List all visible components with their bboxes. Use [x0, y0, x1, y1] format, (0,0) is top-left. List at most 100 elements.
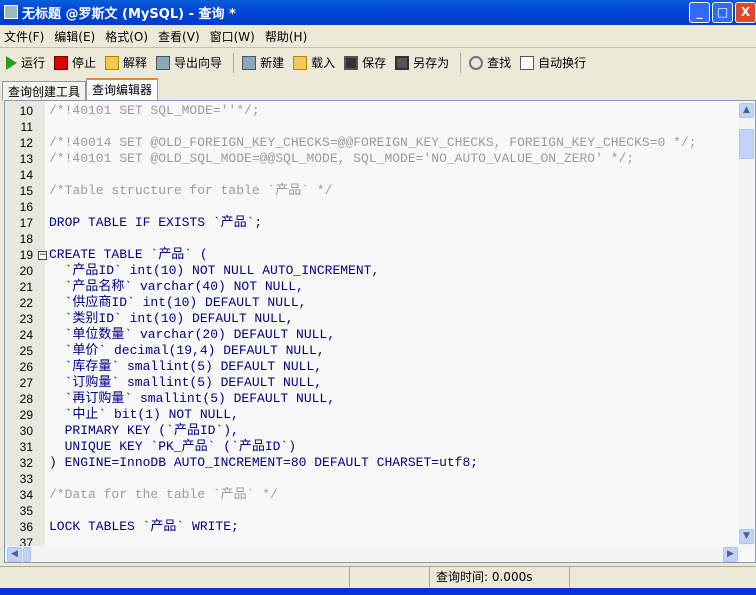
code-line: 26 `库存量` smallint(5) DEFAULT NULL,	[5, 359, 745, 375]
scroll-up-icon[interactable]: ▲	[739, 103, 754, 118]
minimize-button[interactable]: _	[689, 2, 710, 23]
toolbar-label: 另存为	[413, 56, 450, 70]
menu-item[interactable]: 帮助(H)	[265, 28, 307, 45]
vertical-scrollbar[interactable]: ▲ ▼	[739, 101, 755, 546]
line-number: 14	[19, 168, 33, 182]
menu-item[interactable]: 文件(F)	[4, 28, 44, 45]
line-number: 31	[19, 440, 33, 454]
line-text: PRIMARY KEY (`产品ID`),	[49, 423, 239, 438]
toolbar-label: 停止	[72, 56, 97, 70]
code-line: 29 `中止` bit(1) NOT NULL,	[5, 407, 745, 423]
line-number: 23	[19, 312, 33, 326]
toolbar-label: 导出向导	[174, 56, 223, 70]
scroll-down-icon[interactable]: ▼	[739, 529, 754, 544]
line-text: CREATE TABLE `产品` (	[49, 247, 208, 262]
line-number: 19	[19, 248, 33, 262]
toolbar-label: 新建	[260, 56, 285, 70]
toolbar-label: 载入	[311, 56, 336, 70]
line-text: `产品名称` varchar(40) NOT NULL,	[49, 279, 304, 294]
horizontal-scrollbar[interactable]: ◀ ▶	[5, 546, 741, 562]
menu-item[interactable]: 窗口(W)	[210, 28, 255, 45]
code-line: 36 LOCK TABLES `产品` WRITE;	[5, 519, 745, 535]
toolbar-button-9[interactable]: 自动换行	[520, 54, 586, 71]
line-number: 20	[19, 264, 33, 278]
scroll-right-icon[interactable]: ▶	[723, 547, 738, 562]
line-text: `单位数量` varchar(20) DEFAULT NULL,	[49, 327, 336, 342]
line-text: /*!40101 SET SQL_MODE=''*/;	[49, 103, 260, 118]
line-number: 30	[19, 424, 33, 438]
line-number: 10	[19, 104, 33, 118]
line-text: /*!40014 SET @OLD_FOREIGN_KEY_CHECKS=@@F…	[49, 135, 697, 150]
stop-icon	[54, 55, 69, 70]
code-line: 16	[5, 199, 745, 215]
status-bar: 查询时间: 0.000s	[0, 566, 756, 588]
code-line: 33	[5, 471, 745, 487]
toolbar-button-6[interactable]: 保存	[344, 54, 386, 71]
toolbar-button-5[interactable]: 载入	[293, 54, 335, 71]
fold-collapse-icon[interactable]: −	[38, 251, 47, 260]
code-line: 20 `产品ID` int(10) NOT NULL AUTO_INCREMEN…	[5, 263, 745, 279]
tab-1[interactable]: 查询编辑器	[86, 78, 159, 100]
line-text: ) ENGINE=InnoDB AUTO_INCREMENT=80 DEFAUL…	[49, 455, 479, 470]
code-line: 35	[5, 503, 745, 519]
folder-open-icon	[293, 55, 308, 70]
query-time: 查询时间: 0.000s	[430, 567, 570, 587]
line-number: 33	[19, 472, 33, 486]
code-line: 19 CREATE TABLE `产品` (	[5, 247, 745, 263]
menu-item[interactable]: 编辑(E)	[54, 28, 95, 45]
menu-item[interactable]: 查看(V)	[158, 28, 200, 45]
hscroll-thumb[interactable]	[23, 547, 31, 562]
line-number: 24	[19, 328, 33, 342]
explain-icon	[105, 55, 120, 70]
code-line: 30 PRIMARY KEY (`产品ID`),	[5, 423, 745, 439]
code-line: 28 `再订购量` smallint(5) DEFAULT NULL,	[5, 391, 745, 407]
line-text: DROP TABLE IF EXISTS `产品`;	[49, 215, 263, 230]
menu-item[interactable]: 格式(O)	[105, 28, 148, 45]
save-icon	[344, 55, 359, 70]
maximize-button[interactable]: □	[712, 2, 733, 23]
scroll-left-icon[interactable]: ◀	[7, 547, 22, 562]
line-number: 22	[19, 296, 33, 310]
tab-bar: 查询创建工具 查询编辑器	[2, 78, 159, 100]
code-line: 32 ) ENGINE=InnoDB AUTO_INCREMENT=80 DEFA…	[5, 455, 745, 471]
toolbar-label: 自动换行	[538, 56, 587, 70]
toolbar-button-4[interactable]: 新建	[242, 54, 284, 71]
line-number: 11	[20, 120, 33, 134]
code-line: 12 /*!40014 SET @OLD_FOREIGN_KEY_CHECKS=@…	[5, 135, 745, 151]
toolbar-button-0[interactable]: 运行	[6, 54, 45, 71]
line-text: `产品ID` int(10) NOT NULL AUTO_INCREMENT,	[49, 263, 380, 278]
line-text: `再订购量` smallint(5) DEFAULT NULL,	[49, 391, 336, 406]
toolbar-label: 解释	[123, 56, 148, 70]
line-number: 18	[19, 232, 33, 246]
save-as-icon	[395, 55, 410, 70]
code-line: 10 /*!40101 SET SQL_MODE=''*/;	[5, 103, 745, 119]
code-line: 14	[5, 167, 745, 183]
line-text: `供应商ID` int(10) DEFAULT NULL,	[49, 295, 307, 310]
toolbar-label: 查找	[487, 56, 512, 70]
code-line: 24 `单位数量` varchar(20) DEFAULT NULL,	[5, 327, 745, 343]
toolbar-button-8[interactable]: 查找	[469, 54, 511, 71]
toolbar-label: 保存	[362, 56, 387, 70]
toolbar-button-3[interactable]: 导出向导	[156, 54, 222, 71]
line-text: /*Table structure for table `产品` */	[49, 183, 333, 198]
line-text: `单价` decimal(19,4) DEFAULT NULL,	[49, 343, 325, 358]
toolbar-button-7[interactable]: 另存为	[395, 54, 449, 71]
search-icon	[469, 55, 484, 70]
line-text: `类别ID` int(10) DEFAULT NULL,	[49, 311, 294, 326]
line-number: 32	[19, 456, 33, 470]
line-number: 15	[19, 184, 33, 198]
tab-0[interactable]: 查询创建工具	[2, 81, 87, 100]
line-number: 34	[19, 488, 33, 502]
line-number: 26	[19, 360, 33, 374]
toolbar-button-2[interactable]: 解释	[105, 54, 147, 71]
code-line: 23 `类别ID` int(10) DEFAULT NULL,	[5, 311, 745, 327]
toolbar-button-1[interactable]: 停止	[54, 54, 96, 71]
scroll-thumb[interactable]	[739, 129, 754, 159]
toolbar-separator	[460, 52, 462, 73]
line-number: 27	[19, 376, 33, 390]
export-icon	[156, 55, 171, 70]
line-number: 16	[19, 200, 33, 214]
close-button[interactable]: X	[735, 2, 756, 23]
new-icon	[242, 55, 257, 70]
sql-editor[interactable]: 10 /*!40101 SET SQL_MODE=''*/; 11 12 /*!4001…	[4, 100, 756, 563]
